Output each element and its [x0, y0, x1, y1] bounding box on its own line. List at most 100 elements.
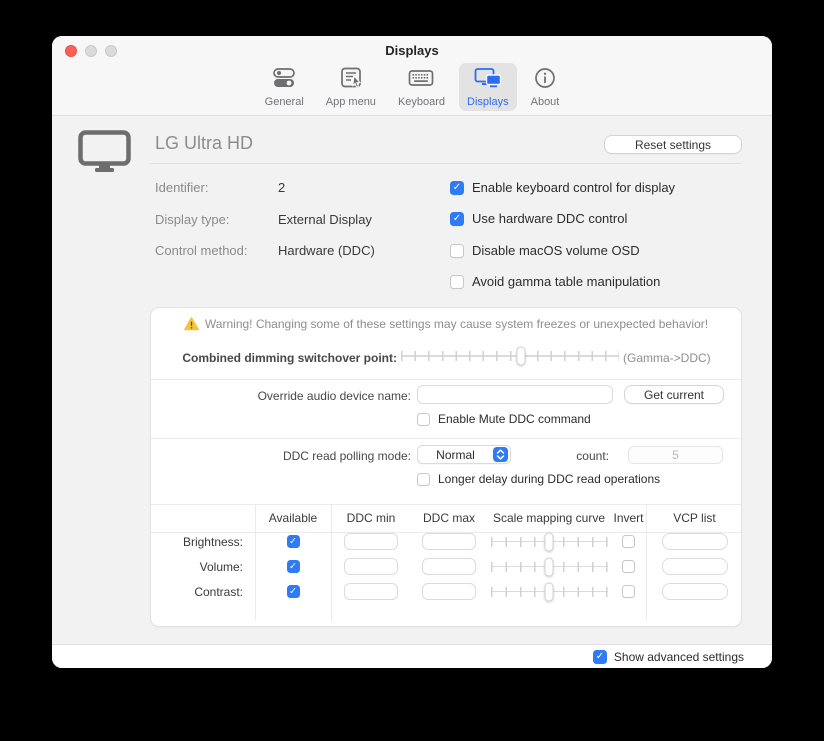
vcp-list-cell: [646, 554, 743, 579]
option-keyboard-control: Enable keyboard control for display: [450, 180, 675, 195]
info-label: Display type:: [155, 212, 278, 227]
scale-curve-slider[interactable]: [491, 532, 608, 552]
window-title: Displays: [52, 36, 772, 58]
content-area: LG Ultra HD Reset settings Identifier: 2…: [52, 116, 772, 644]
polling-mode-label: DDC read polling mode:: [151, 449, 411, 463]
ddc-max-cell: [411, 554, 487, 579]
checkbox[interactable]: [287, 560, 300, 573]
scale-curve-cell: [487, 554, 611, 579]
displays-preferences-window: Displays General: [52, 36, 772, 668]
checkbox-label: Enable keyboard control for display: [472, 180, 675, 195]
ddc-max-input[interactable]: [422, 533, 476, 550]
table-divider: [646, 504, 647, 621]
tab-general-label: General: [265, 96, 304, 108]
col-header-scale-curve: Scale mapping curve: [487, 504, 611, 532]
info-value: 2: [278, 180, 285, 195]
ddc-min-input[interactable]: [344, 533, 398, 550]
tab-about-label: About: [531, 96, 560, 108]
ddc-max-input[interactable]: [422, 558, 476, 575]
slider-knob[interactable]: [516, 347, 525, 366]
minimize-button[interactable]: [85, 45, 97, 57]
checkbox-label: Longer delay during DDC read operations: [438, 472, 660, 486]
checkbox-label: Use hardware DDC control: [472, 211, 627, 226]
invert-cell: [611, 579, 646, 604]
info-label: Control method:: [155, 243, 278, 258]
vcp-list-input[interactable]: [662, 558, 728, 575]
tab-about[interactable]: About: [523, 63, 568, 111]
ddc-min-cell: [331, 579, 411, 604]
slider-knob[interactable]: [545, 532, 554, 551]
vcp-list-input[interactable]: [662, 533, 728, 550]
show-advanced-option: Show advanced settings: [593, 650, 744, 664]
tab-app-menu[interactable]: App menu: [318, 63, 384, 111]
checkbox-label: Show advanced settings: [614, 650, 744, 664]
checkbox[interactable]: [622, 585, 635, 598]
dimming-label: Combined dimming switchover point:: [151, 351, 397, 365]
info-row-identifier: Identifier: 2: [155, 180, 285, 195]
scale-curve-slider[interactable]: [491, 582, 608, 602]
slider-knob[interactable]: [545, 582, 554, 601]
reset-settings-button[interactable]: Reset settings: [604, 135, 742, 154]
checkbox[interactable]: [287, 585, 300, 598]
checkbox[interactable]: [593, 650, 607, 664]
count-input[interactable]: [628, 446, 723, 464]
corner-cell: [151, 504, 255, 532]
window-chrome: Displays General: [52, 36, 772, 116]
checkbox[interactable]: [622, 535, 635, 548]
tab-displays-label: Displays: [467, 96, 509, 108]
tab-displays[interactable]: Displays: [459, 63, 517, 111]
checkbox[interactable]: [450, 212, 464, 226]
header-divider: [150, 163, 742, 164]
vcp-list-input[interactable]: [662, 583, 728, 600]
tab-keyboard[interactable]: Keyboard: [390, 63, 453, 111]
option-disable-osd: Disable macOS volume OSD: [450, 243, 640, 258]
col-header-ddc-min: DDC min: [331, 504, 411, 532]
scale-curve-slider[interactable]: [491, 557, 608, 577]
checkbox[interactable]: [450, 244, 464, 258]
footer-bar: Show advanced settings: [52, 644, 772, 668]
controls-table: Available DDC min DDC max Scale mapping …: [151, 504, 741, 621]
dropdown-value: Normal: [418, 448, 493, 462]
zoom-button[interactable]: [105, 45, 117, 57]
tab-keyboard-label: Keyboard: [398, 96, 445, 108]
slider-knob[interactable]: [545, 557, 554, 576]
checkbox[interactable]: [287, 535, 300, 548]
checkbox-label: Enable Mute DDC command: [438, 412, 591, 426]
warning-icon: [184, 317, 199, 331]
ddc-max-input[interactable]: [422, 583, 476, 600]
option-hardware-ddc: Use hardware DDC control: [450, 211, 627, 226]
panel-divider: [151, 438, 741, 439]
toggles-icon: [272, 67, 296, 94]
slider-ticks: [401, 351, 619, 361]
ddc-min-input[interactable]: [344, 558, 398, 575]
dimming-slider[interactable]: [401, 346, 619, 366]
app-menu-icon: [339, 67, 363, 94]
panel-divider: [151, 379, 741, 380]
row-label-contrast: Contrast:: [151, 579, 255, 604]
col-header-available: Available: [255, 504, 331, 532]
ddc-min-input[interactable]: [344, 583, 398, 600]
available-cell: [255, 554, 331, 579]
ddc-min-cell: [331, 554, 411, 579]
checkbox-label: Disable macOS volume OSD: [472, 243, 640, 258]
dimming-suffix: (Gamma->DDC): [623, 351, 723, 365]
info-value: External Display: [278, 212, 372, 227]
audio-name-input[interactable]: [417, 385, 613, 404]
checkbox[interactable]: [417, 413, 430, 426]
vcp-list-cell: [646, 579, 743, 604]
polling-mode-dropdown[interactable]: Normal: [417, 445, 511, 464]
option-avoid-gamma: Avoid gamma table manipulation: [450, 274, 660, 289]
display-name: LG Ultra HD: [155, 133, 253, 154]
dropdown-stepper-icon: [493, 447, 508, 462]
advanced-settings-panel: Warning! Changing some of these settings…: [150, 307, 742, 627]
tab-general[interactable]: General: [257, 63, 312, 111]
col-header-vcp-list: VCP list: [646, 504, 743, 532]
mute-ddc-option: Enable Mute DDC command: [417, 412, 591, 426]
checkbox[interactable]: [450, 181, 464, 195]
checkbox[interactable]: [450, 275, 464, 289]
checkbox[interactable]: [622, 560, 635, 573]
get-current-button[interactable]: Get current: [624, 385, 724, 404]
available-cell: [255, 579, 331, 604]
checkbox[interactable]: [417, 473, 430, 486]
close-button[interactable]: [65, 45, 77, 57]
